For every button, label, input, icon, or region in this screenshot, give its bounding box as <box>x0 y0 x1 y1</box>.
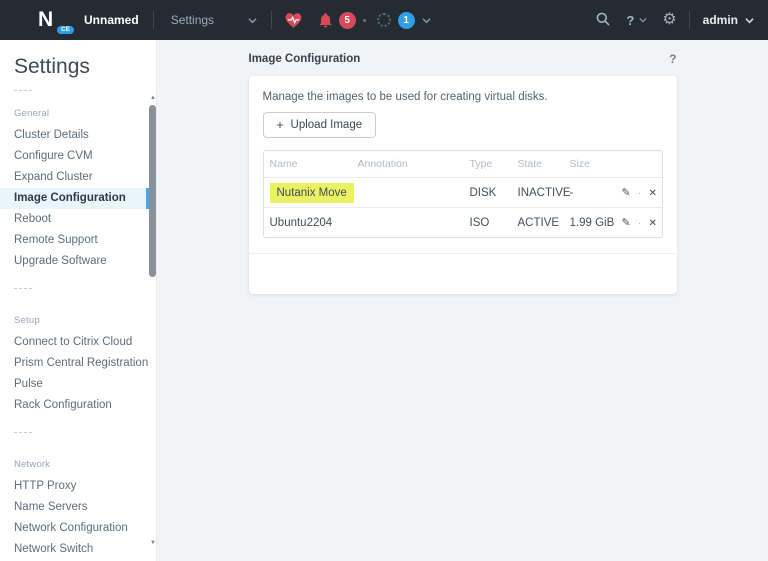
images-table: Name Annotation Type State Size Nutanix … <box>262 150 663 238</box>
logo-letter: N <box>38 8 54 31</box>
sidebar-item-network-switch[interactable]: Network Switch <box>0 539 149 560</box>
col-header-name: Name <box>269 158 298 170</box>
sidebar-item-upgrade-software[interactable]: Upgrade Software <box>0 251 149 272</box>
sidebar-item-configure-cvm[interactable]: Configure CVM <box>0 146 149 167</box>
col-header-state: State <box>517 158 543 170</box>
image-size: - <box>569 186 574 199</box>
alerts-count-badge[interactable]: 5 <box>338 11 356 29</box>
image-type: ISO <box>469 216 490 229</box>
image-size: 1.99 GiB <box>569 216 615 229</box>
chevron-down-icon[interactable] <box>422 16 431 25</box>
settings-sidebar: Settings General Cluster Details Configu… <box>0 40 157 561</box>
separator-dot-icon <box>362 18 366 22</box>
sidebar-item-name-servers[interactable]: Name Servers <box>0 497 149 518</box>
main-content: Image Configuration ? Manage the images … <box>157 40 768 561</box>
image-state: ACTIVE <box>517 216 560 229</box>
table-row: Nutanix Move DISK INACTIVE - ✎ · ✕ <box>263 177 662 207</box>
separator-dot-icon: · <box>637 218 642 229</box>
topbar-divider <box>152 11 154 29</box>
edit-pencil-icon[interactable]: ✎ <box>622 187 631 199</box>
nutanix-logo[interactable]: N CE <box>38 8 74 34</box>
settings-menu-label: Settings <box>170 13 215 27</box>
sidebar-item-prism-central-registration[interactable]: Prism Central Registration <box>0 353 149 374</box>
section-label-network: Network <box>14 459 51 470</box>
sidebar-item-cluster-details[interactable]: Cluster Details <box>0 125 149 146</box>
delete-x-icon[interactable]: ✕ <box>648 188 656 199</box>
top-bar: N CE Unnamed Settings 5 1 ? ⚙ admin <box>0 0 768 40</box>
separator-dot-icon: · <box>637 188 642 199</box>
sidebar-divider <box>14 90 32 91</box>
col-header-type: Type <box>469 158 493 170</box>
card-footer <box>249 254 677 294</box>
section-label-general: General <box>14 108 50 119</box>
scrollbar-down-arrow[interactable]: ▼ <box>149 540 157 546</box>
user-menu[interactable]: admin <box>690 13 754 27</box>
section-label-setup: Setup <box>14 315 40 326</box>
scrollbar-thumb[interactable] <box>149 105 156 277</box>
image-state: INACTIVE <box>517 186 571 199</box>
tasks-count-badge[interactable]: 1 <box>397 11 415 29</box>
sidebar-item-rack-configuration[interactable]: Rack Configuration <box>0 395 149 416</box>
sidebar-item-remote-support[interactable]: Remote Support <box>0 230 149 251</box>
table-header-row: Name Annotation Type State Size <box>264 151 662 177</box>
community-edition-badge: CE <box>57 26 74 34</box>
sidebar-title: Settings <box>14 55 90 78</box>
sidebar-item-pulse[interactable]: Pulse <box>0 374 149 395</box>
cluster-name[interactable]: Unnamed <box>84 13 139 27</box>
edit-pencil-icon[interactable]: ✎ <box>622 217 631 229</box>
search-icon[interactable] <box>595 11 611 30</box>
image-configuration-card: Manage the images to be used for creatin… <box>248 76 677 294</box>
col-header-annotation: Annotation <box>357 158 408 170</box>
sidebar-divider <box>14 432 32 433</box>
delete-x-icon[interactable]: ✕ <box>648 218 656 229</box>
page-title: Image Configuration <box>248 53 361 65</box>
user-name: admin <box>702 13 738 27</box>
sidebar-item-network-configuration[interactable]: Network Configuration <box>0 518 149 539</box>
topbar-divider <box>270 11 272 29</box>
sidebar-item-image-configuration[interactable]: Image Configuration <box>0 188 149 209</box>
sidebar-item-expand-cluster[interactable]: Expand Cluster <box>0 167 149 188</box>
image-name-highlighted: Nutanix Move <box>269 182 354 203</box>
help-icon[interactable]: ? <box>669 52 676 66</box>
sidebar-item-http-proxy[interactable]: HTTP Proxy <box>0 476 149 497</box>
sidebar-divider <box>14 288 32 289</box>
image-name: Ubuntu2204 <box>269 216 333 229</box>
sidebar-item-connect-to-citrix-cloud[interactable]: Connect to Citrix Cloud <box>0 332 149 353</box>
sidebar-nav: General Cluster Details Configure CVM Ex… <box>0 108 149 560</box>
chevron-down-icon <box>745 16 754 25</box>
gear-icon[interactable]: ⚙ <box>662 12 676 28</box>
table-row: Ubuntu2204 ISO ACTIVE 1.99 GiB ✎ · ✕ <box>263 207 662 237</box>
upload-image-label: Upload Image <box>290 119 363 131</box>
image-type: DISK <box>469 186 497 199</box>
help-menu[interactable]: ? <box>626 13 634 28</box>
col-header-size: Size <box>569 158 590 170</box>
chevron-down-icon <box>248 16 257 25</box>
sidebar-item-reboot[interactable]: Reboot <box>0 209 149 230</box>
settings-menu[interactable]: Settings <box>171 13 257 27</box>
upload-image-button[interactable]: + Upload Image <box>262 112 377 138</box>
health-heart-icon[interactable] <box>284 12 303 29</box>
alerts-bell-icon[interactable] <box>318 12 333 28</box>
tasks-spinner-icon[interactable] <box>376 13 391 27</box>
card-description: Manage the images to be used for creatin… <box>262 91 548 103</box>
scrollbar-up-arrow[interactable]: ▲ <box>149 95 157 101</box>
chevron-down-icon <box>639 16 648 25</box>
plus-icon: + <box>276 118 284 132</box>
